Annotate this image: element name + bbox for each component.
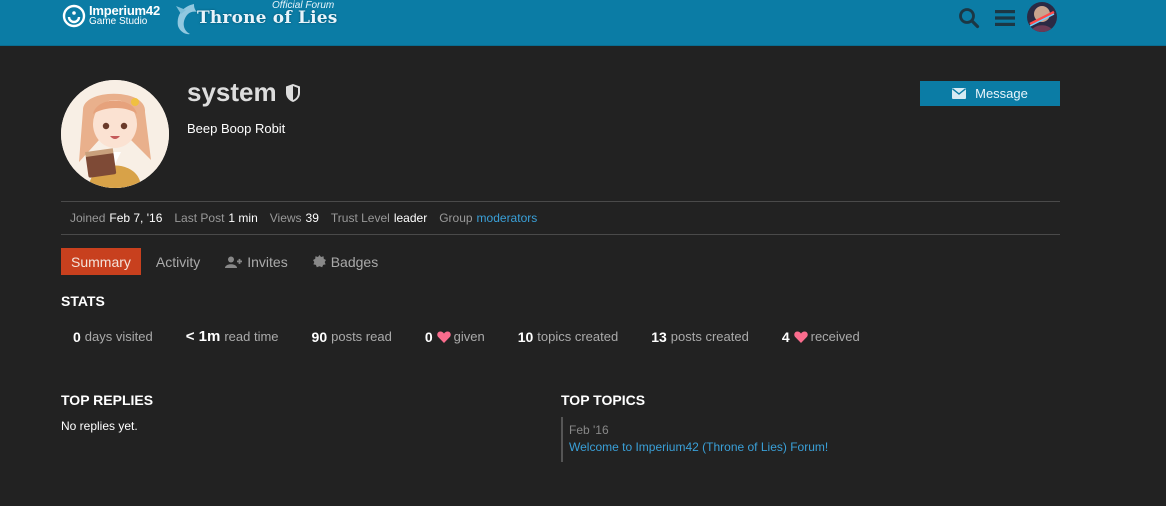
- trust-level-value: leader: [393, 211, 428, 225]
- top-topic-item: Feb '16 Welcome to Imperium42 (Throne of…: [561, 417, 828, 462]
- heart-icon: [793, 331, 808, 343]
- stat-label: days visited: [84, 329, 153, 344]
- group-label: Group: [439, 211, 473, 225]
- stat-read-time: < 1m read time: [186, 328, 279, 345]
- throne-of-lies-logo[interactable]: Official Forum Throne of Lies: [172, 0, 337, 40]
- user-plus-icon: [225, 256, 243, 268]
- stat-label: posts created: [670, 329, 749, 344]
- tab-invites-label: Invites: [247, 253, 288, 270]
- group-link[interactable]: moderators: [477, 211, 538, 225]
- stat-posts-created: 13 posts created: [651, 329, 749, 345]
- tab-badges-label: Badges: [330, 253, 379, 270]
- stats-row: 0 days visited < 1m read time 90 posts r…: [73, 328, 893, 345]
- trust-level-label: Trust Level: [330, 211, 390, 225]
- envelope-icon: [952, 88, 967, 99]
- stat-label: read time: [224, 329, 279, 344]
- hamburger-menu-icon[interactable]: [994, 7, 1016, 29]
- views-label: Views: [269, 211, 302, 225]
- stat-label: given: [453, 329, 485, 344]
- stat-value: 0: [73, 328, 81, 345]
- stat-days-visited: 0 days visited: [73, 329, 153, 345]
- topic-link[interactable]: Welcome to Imperium42 (Throne of Lies) F…: [569, 440, 828, 454]
- stat-value: 10: [517, 328, 534, 345]
- last-post-label: Last Post: [174, 211, 225, 225]
- stat-value: 90: [311, 328, 328, 345]
- profile-meta-bar: Joined Feb 7, '16 Last Post 1 min Views …: [61, 201, 1060, 235]
- stat-value: < 1m: [185, 328, 221, 345]
- stat-label: posts read: [331, 329, 392, 344]
- imperium42-swirl-icon: [62, 4, 86, 28]
- stat-value: 13: [651, 328, 667, 345]
- tab-summary[interactable]: Summary: [61, 248, 141, 275]
- stat-likes-given: 0 given: [425, 329, 485, 345]
- tab-activity-label: Activity: [155, 253, 201, 270]
- topic-date: Feb '16: [569, 423, 609, 437]
- profile-avatar: [61, 80, 169, 188]
- tab-invites[interactable]: Invites: [215, 248, 297, 275]
- profile-bio: Beep Boop Robit: [187, 121, 286, 136]
- badge-certificate-icon: [312, 255, 326, 268]
- stats-heading: STATS: [61, 293, 105, 309]
- imperium42-logo[interactable]: Imperium42 Game Studio: [62, 4, 160, 28]
- no-replies-text: No replies yet.: [61, 419, 138, 433]
- site-header: Imperium42 Game Studio Official Forum Th…: [0, 0, 1166, 46]
- username-text: system: [187, 77, 277, 107]
- stat-value: 0: [424, 328, 433, 345]
- current-user-avatar-image: [1027, 2, 1057, 32]
- top-replies-heading: TOP REPLIES: [61, 392, 154, 408]
- stat-likes-received: 4 received: [782, 329, 860, 345]
- stat-topics-created: 10 topics created: [518, 329, 619, 345]
- search-icon[interactable]: [958, 7, 980, 29]
- views-value: 39: [305, 211, 319, 225]
- joined-value: Feb 7, '16: [109, 211, 163, 225]
- stat-posts-read: 90 posts read: [312, 329, 392, 345]
- tab-badges[interactable]: Badges: [303, 248, 388, 275]
- last-post-value[interactable]: 1 min: [228, 211, 257, 225]
- logo-primary-text: Imperium42: [89, 3, 160, 18]
- joined-label: Joined: [70, 211, 106, 225]
- tab-activity[interactable]: Activity: [146, 248, 210, 275]
- stat-label: received: [810, 329, 860, 344]
- stat-label: topics created: [537, 329, 619, 344]
- anime-girl-avatar-image: [61, 80, 169, 188]
- stat-value: 4: [781, 328, 790, 345]
- heart-icon: [436, 331, 451, 343]
- forum-name: Throne of Lies: [197, 8, 338, 28]
- profile-username: system: [187, 77, 301, 108]
- message-button[interactable]: Message: [920, 81, 1060, 106]
- shield-icon: [285, 83, 300, 102]
- profile-tabs: Summary Activity Invites Badges: [61, 248, 393, 275]
- top-topics-heading: TOP TOPICS: [561, 392, 646, 408]
- message-button-label: Message: [975, 86, 1028, 101]
- tab-summary-label: Summary: [71, 253, 131, 270]
- current-user-avatar[interactable]: [1027, 2, 1057, 32]
